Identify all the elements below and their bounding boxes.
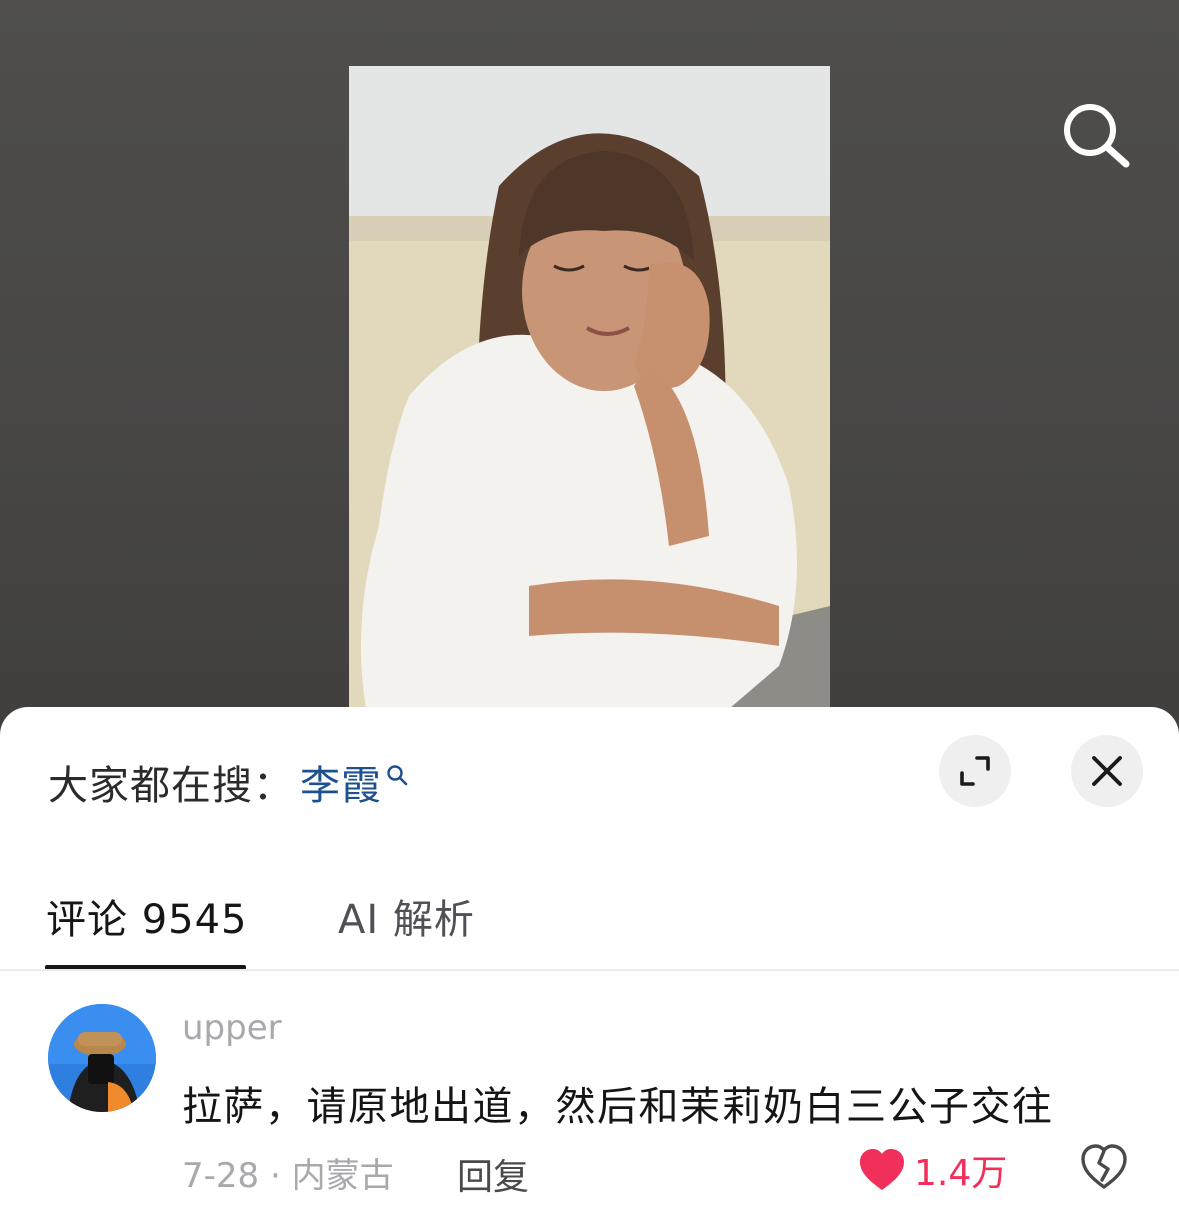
avatar[interactable] <box>48 1004 156 1112</box>
heart-icon <box>860 1149 904 1190</box>
comment-date-location: 7-28 · 内蒙古 <box>182 1156 394 1196</box>
video-photo <box>349 66 830 726</box>
tab-comments[interactable]: 评论 9545 <box>46 887 248 945</box>
close-icon <box>1092 756 1122 786</box>
expand-icon <box>960 756 990 786</box>
broken-heart-icon <box>1081 1144 1127 1189</box>
dislike-button[interactable] <box>1080 1144 1128 1194</box>
comment-text: 拉萨，请原地出道，然后和茉莉奶白三公子交往 <box>182 1084 1054 1130</box>
search-suggestion-prefix: 大家都在搜： <box>48 763 294 809</box>
comment-username[interactable]: upper <box>182 1008 282 1048</box>
search-icon[interactable] <box>1060 100 1132 172</box>
tab-ai-analysis[interactable]: AI 解析 <box>338 887 475 945</box>
small-search-icon[interactable] <box>386 750 408 796</box>
comment-tabs: 评论 9545 AI 解析 <box>0 879 1179 971</box>
divider <box>0 969 1179 971</box>
like-button[interactable]: 1.4万 <box>858 1144 1007 1196</box>
reply-button[interactable]: 回复 <box>457 1148 529 1200</box>
search-suggestion-keyword[interactable]: 李霞 <box>300 753 382 811</box>
expand-button[interactable] <box>939 735 1011 807</box>
search-suggestion: 大家都在搜： 李霞 <box>48 755 408 809</box>
comments-sheet: 大家都在搜： 李霞 评论 9545 AI 解析 upper 拉萨，请原地出道，然… <box>0 707 1179 1212</box>
close-button[interactable] <box>1071 735 1143 807</box>
video-area[interactable] <box>0 0 1179 740</box>
comment-item: upper 拉萨，请原地出道，然后和茉莉奶白三公子交往 7-28 · 内蒙古 回… <box>0 1002 1179 1212</box>
like-count: 1.4万 <box>914 1153 1008 1194</box>
